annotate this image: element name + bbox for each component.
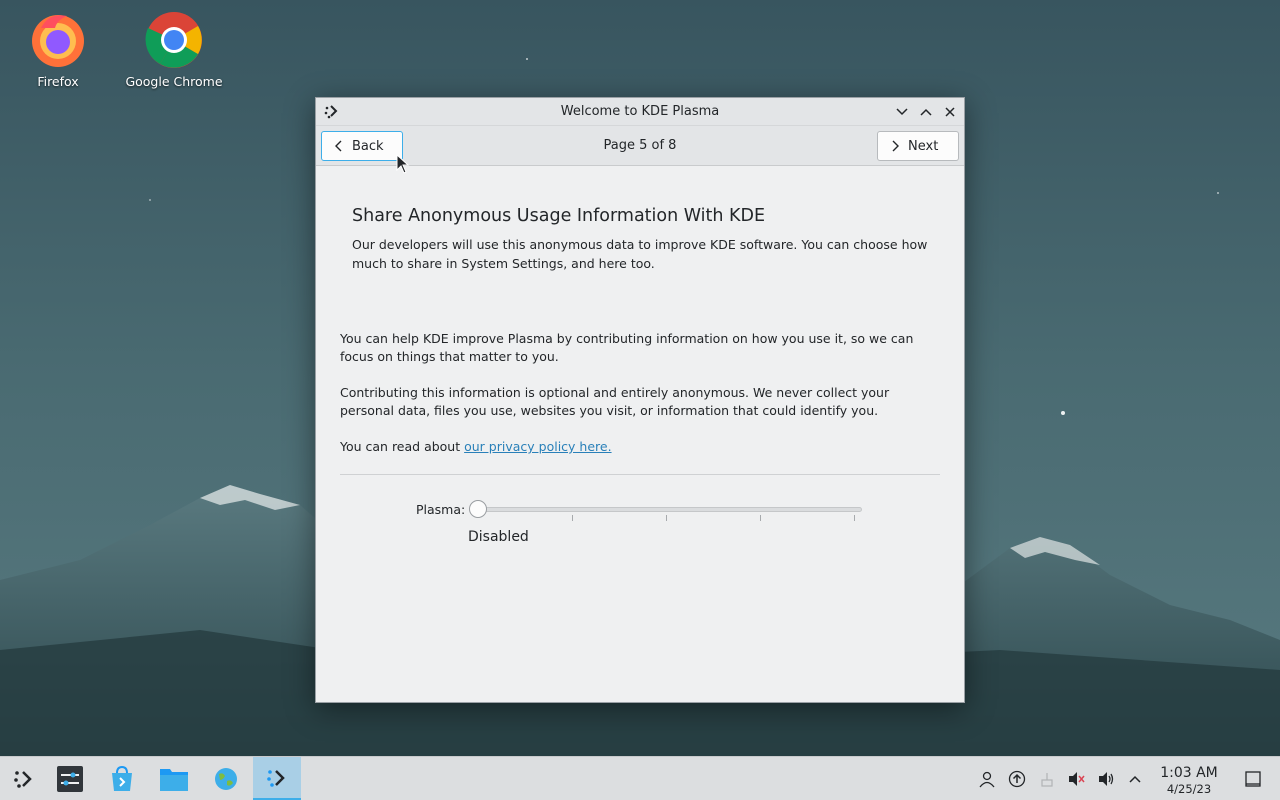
welcome-center-window: Welcome to KDE Plasma Back Page 5 of 8 N… bbox=[315, 97, 965, 703]
dolphin-icon bbox=[160, 769, 188, 791]
desktop-icon-firefox[interactable]: Firefox bbox=[3, 8, 113, 89]
user-icon bbox=[979, 771, 995, 788]
updates-tray-button[interactable] bbox=[1007, 769, 1027, 789]
network-tray-button[interactable] bbox=[1037, 769, 1057, 789]
user-tray-button[interactable] bbox=[977, 769, 997, 789]
page-heading: Share Anonymous Usage Information With K… bbox=[352, 206, 766, 226]
taskbar-welcome-center[interactable] bbox=[253, 757, 301, 800]
chevron-right-icon bbox=[892, 140, 899, 152]
volume-icon bbox=[1099, 772, 1114, 786]
window-title: Welcome to KDE Plasma bbox=[560, 104, 720, 119]
audio-muted-tray-button[interactable] bbox=[1066, 769, 1086, 789]
slider-tick bbox=[854, 515, 855, 521]
app-launcher-button[interactable] bbox=[0, 757, 48, 800]
taskbar-system-settings[interactable] bbox=[46, 757, 94, 800]
taskbar-dolphin[interactable] bbox=[150, 757, 198, 800]
clock-date: 4/25/23 bbox=[1166, 782, 1212, 796]
slider-value-text: Disabled bbox=[468, 529, 529, 545]
discover-icon bbox=[112, 765, 132, 791]
privacy-text: You can read about bbox=[340, 439, 465, 454]
page-content: Share Anonymous Usage Information With K… bbox=[316, 166, 964, 702]
info-paragraph-1: You can help KDE improve Plasma by contr… bbox=[340, 331, 914, 364]
chrome-icon bbox=[143, 8, 205, 70]
muted-speaker-icon bbox=[1069, 772, 1085, 786]
chevron-up-icon bbox=[920, 108, 932, 116]
taskbar-web-browser[interactable] bbox=[202, 757, 250, 800]
desktop-icon-chrome[interactable]: Google Chrome bbox=[119, 8, 229, 89]
globe-icon bbox=[215, 768, 237, 790]
show-desktop-button[interactable] bbox=[1243, 769, 1263, 789]
app-launcher-icon bbox=[14, 771, 32, 788]
separator bbox=[340, 474, 940, 475]
welcome-center-icon bbox=[267, 769, 285, 787]
maximize-button[interactable] bbox=[917, 103, 935, 121]
minimize-button[interactable] bbox=[893, 103, 911, 121]
window-titlebar[interactable]: Welcome to KDE Plasma bbox=[316, 98, 964, 126]
expand-tray-icon bbox=[1129, 775, 1141, 783]
volume-tray-button[interactable] bbox=[1096, 769, 1116, 789]
privacy-policy-link[interactable]: our privacy policy here. bbox=[464, 439, 611, 454]
slider-tick bbox=[760, 515, 761, 521]
privacy-paragraph: You can read about our privacy policy he… bbox=[340, 438, 940, 456]
navigation-toolbar: Back Page 5 of 8 Next bbox=[316, 126, 964, 166]
mouse-cursor-icon bbox=[396, 153, 410, 174]
firefox-icon bbox=[27, 8, 89, 70]
digital-clock[interactable]: 1:03 AM 4/25/23 bbox=[1152, 765, 1226, 796]
clock-time: 1:03 AM bbox=[1160, 765, 1218, 781]
page-indicator: Page 5 of 8 bbox=[603, 138, 677, 153]
next-button[interactable]: Next bbox=[877, 131, 959, 161]
next-button-label: Next bbox=[908, 138, 939, 154]
telemetry-slider-track[interactable] bbox=[476, 507, 862, 512]
info-paragraph-2: Contributing this information is optiona… bbox=[340, 385, 890, 418]
close-icon bbox=[945, 107, 955, 117]
close-button[interactable] bbox=[941, 103, 959, 121]
taskbar: 1:03 AM 4/25/23 bbox=[0, 756, 1280, 800]
telemetry-slider-handle[interactable] bbox=[469, 500, 487, 518]
chevron-down-icon bbox=[896, 108, 908, 116]
update-icon bbox=[1008, 770, 1026, 788]
show-desktop-icon bbox=[1245, 771, 1261, 787]
desktop-icon-label: Google Chrome bbox=[125, 74, 223, 89]
slider-tick bbox=[572, 515, 573, 521]
system-settings-icon bbox=[57, 766, 83, 792]
slider-tick bbox=[666, 515, 667, 521]
desktop-icon-label: Firefox bbox=[37, 74, 79, 89]
page-subtitle: Our developers will use this anonymous d… bbox=[352, 237, 928, 271]
show-hidden-tray-button[interactable] bbox=[1125, 769, 1145, 789]
network-icon bbox=[1041, 773, 1053, 787]
taskbar-discover[interactable] bbox=[98, 757, 146, 800]
plasma-slider-label: Plasma: bbox=[416, 502, 466, 517]
